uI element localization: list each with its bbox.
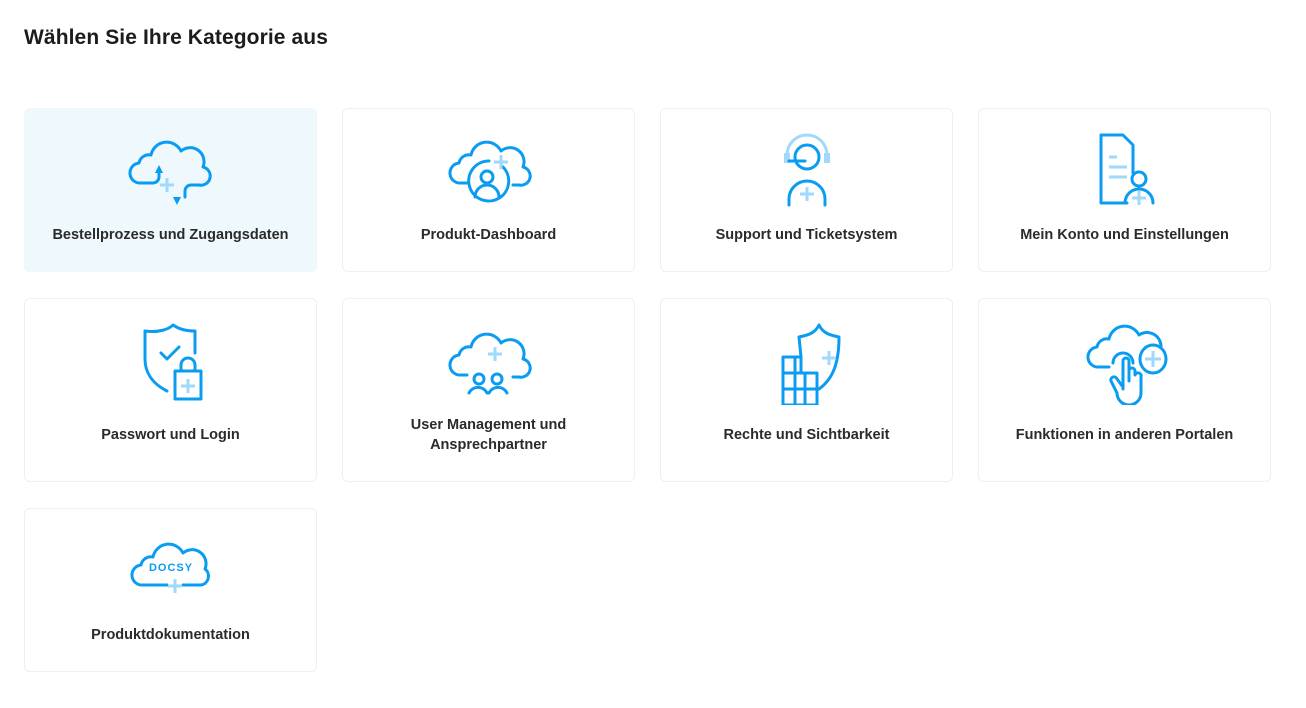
category-label: Support und Ticketsystem xyxy=(715,227,898,243)
category-card-produkt-dashboard[interactable]: Produkt-Dashboard xyxy=(342,108,635,272)
category-card-produktdokumentation[interactable]: DOCSY Produktdokumentation xyxy=(24,508,317,672)
category-label: Rechte und Sichtbarkeit xyxy=(723,427,890,443)
cloud-user-icon xyxy=(448,140,532,203)
cloud-docsy-icon: DOCSY xyxy=(130,542,210,593)
category-card-funktionen[interactable]: Funktionen in anderen Portalen xyxy=(978,298,1271,482)
category-label: Bestellprozess und Zugangsdaten xyxy=(52,227,289,243)
category-card-mein-konto[interactable]: Mein Konto und Einstellungen xyxy=(978,108,1271,272)
cloud-touch-icon xyxy=(1086,324,1167,405)
building-shield-icon xyxy=(781,323,840,405)
category-label: Passwort und Login xyxy=(101,427,240,443)
category-label: User Management und Ansprechpartner xyxy=(410,417,567,453)
category-label: Produktdokumentation xyxy=(91,627,250,643)
document-user-icon xyxy=(1099,133,1154,205)
shield-lock-icon xyxy=(143,323,202,401)
category-grid: Bestellprozess und Zugangsdaten Produkt-… xyxy=(24,108,1271,672)
category-card-support[interactable]: Support und Ticketsystem xyxy=(660,108,953,272)
docsy-logo-text: DOCSY xyxy=(148,562,192,574)
cloud-sync-icon xyxy=(128,140,212,205)
headset-agent-icon xyxy=(783,133,830,207)
category-card-rechte[interactable]: Rechte und Sichtbarkeit xyxy=(660,298,953,482)
category-card-bestellprozess[interactable]: Bestellprozess und Zugangsdaten xyxy=(24,108,317,272)
category-label: Produkt-Dashboard xyxy=(420,227,557,243)
category-label: Funktionen in anderen Portalen xyxy=(1015,427,1234,443)
category-card-user-management[interactable]: User Management und Ansprechpartner xyxy=(342,298,635,482)
category-label: Mein Konto und Einstellungen xyxy=(1020,227,1229,243)
page-title: Wählen Sie Ihre Kategorie aus xyxy=(24,26,328,49)
category-card-passwort[interactable]: Passwort und Login xyxy=(24,298,317,482)
cloud-users-icon xyxy=(448,332,532,395)
